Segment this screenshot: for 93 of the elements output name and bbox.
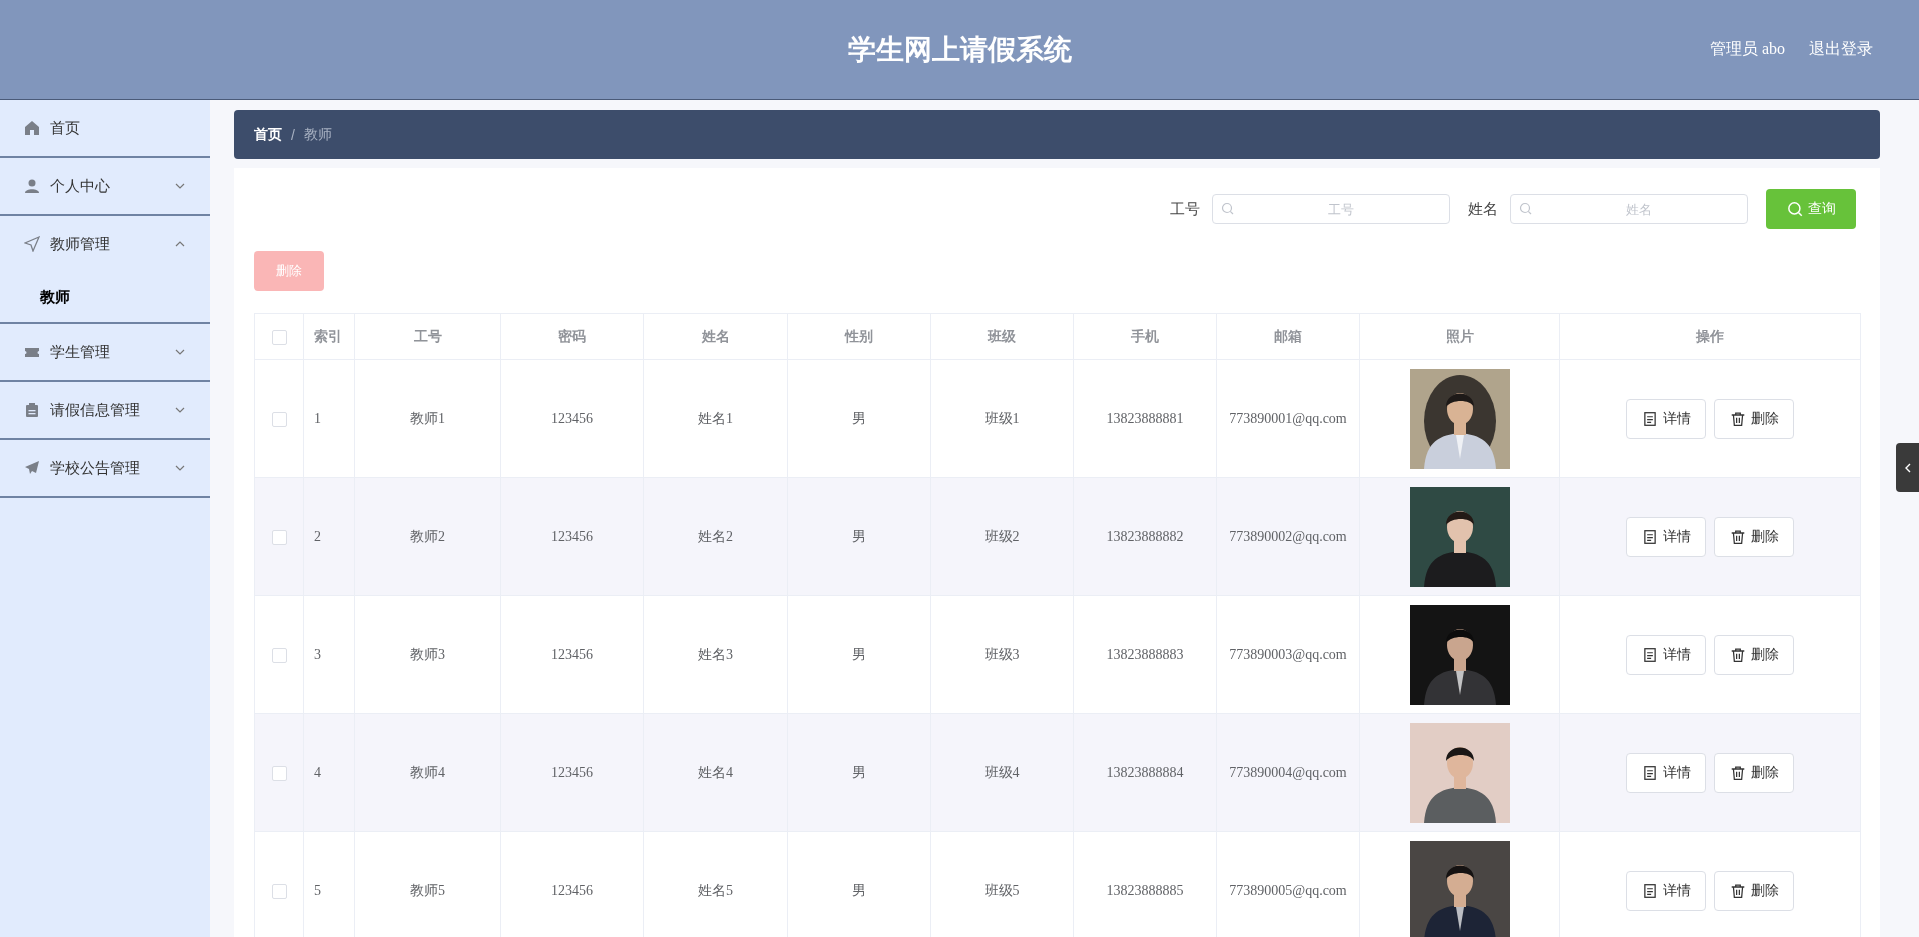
document-icon [1641,646,1658,663]
column-header: 索引 [303,313,355,360]
document-icon [1641,764,1658,781]
table-cell: 班级3 [930,595,1074,714]
table-cell: 男 [787,359,931,478]
home-icon [24,120,40,136]
column-header: 性别 [787,313,931,360]
search-field[interactable]: 姓名 [1510,194,1748,224]
table-cell: 123456 [500,359,644,478]
delete-button[interactable]: 删除 [1714,752,1794,793]
checkbox[interactable] [271,329,287,345]
navigation-icon [24,236,40,252]
checkbox[interactable] [271,411,287,427]
table-cell: 123456 [500,713,644,832]
table-cell: 姓名3 [643,595,788,714]
table-cell: 773890004@qq.com [1216,713,1360,832]
table-cell: 班级4 [930,713,1074,832]
document-icon [1641,528,1658,545]
table-cell: 123456 [500,477,644,596]
user-label: 管理员 abo [1709,39,1785,59]
trash-icon [1729,764,1746,781]
column-header: 照片 [1359,313,1560,360]
breadcrumb-separator: / [291,126,295,143]
table-cell: 773890001@qq.com [1216,359,1360,478]
field-label: 姓名 [1468,199,1498,219]
table-cell: 男 [787,595,931,714]
column-header: 密码 [500,313,644,360]
table-cell: 姓名4 [643,713,788,832]
column-header: 操作 [1559,313,1861,360]
menu-item[interactable]: 学生管理 [0,324,210,380]
table-cell: 教师3 [354,595,501,714]
table-cell: 123456 [500,595,644,714]
search-field[interactable]: 工号 [1212,194,1450,224]
table-cell: 13823888884 [1073,713,1217,832]
checkbox[interactable] [271,529,287,545]
trash-icon [1729,528,1746,545]
document-icon [1641,410,1658,427]
details-button[interactable]: 详情 [1626,634,1706,675]
table-cell: 姓名2 [643,477,788,596]
table-cell: 773890002@qq.com [1216,477,1360,596]
table-cell: 13823888883 [1073,595,1217,714]
checkbox[interactable] [271,883,287,899]
table-cell: 男 [787,713,931,832]
search-icon [1221,202,1234,215]
breadcrumb-item: 教师 [303,125,332,144]
column-header: 工号 [354,313,501,360]
table-cell: 姓名1 [643,359,788,478]
table-cell: 4 [303,713,355,832]
menu-item[interactable]: 首页 [0,100,210,156]
checkbox[interactable] [271,647,287,663]
delete-button[interactable]: 删除 [1714,398,1794,439]
clipboard-icon [24,402,40,418]
table-cell: 教师2 [354,477,501,596]
details-button[interactable]: 详情 [1626,870,1706,911]
search-icon [1519,202,1532,215]
table-cell: 13823888881 [1073,359,1217,478]
menu-item[interactable]: 请假信息管理 [0,382,210,438]
table-cell: 773890003@qq.com [1216,595,1360,714]
submenu-item[interactable]: 教师 [0,272,210,322]
table-cell: 教师4 [354,713,501,832]
column-header: 手机 [1073,313,1217,360]
details-button[interactable]: 详情 [1626,752,1706,793]
table-cell: 1 [303,359,355,478]
trash-icon [1729,882,1746,899]
collapse-handle[interactable] [1896,443,1919,492]
app-title: 学生网上请假系统 [847,32,1072,67]
table-cell: 班级1 [930,359,1074,478]
menu-item[interactable]: 教师管理 [0,216,210,272]
column-header: 姓名 [643,313,788,360]
delete-button[interactable]: 删除 [1714,516,1794,557]
table-cell: 班级2 [930,477,1074,596]
paper-plane-icon [24,460,40,476]
menu-item[interactable]: 学校公告管理 [0,440,210,496]
breadcrumb-item[interactable]: 首页 [254,125,282,144]
document-icon [1641,882,1658,899]
table-cell: 教师1 [354,359,501,478]
details-button[interactable]: 详情 [1626,516,1706,557]
menu-item[interactable]: 个人中心 [0,158,210,214]
field-label: 工号 [1170,199,1200,219]
details-button[interactable]: 详情 [1626,398,1706,439]
trash-icon [1729,646,1746,663]
column-header: 邮箱 [1216,313,1360,360]
column-header: 班级 [930,313,1074,360]
table-cell: 13823888882 [1073,477,1217,596]
checkbox[interactable] [271,765,287,781]
trash-icon [1729,410,1746,427]
table-cell: 男 [787,477,931,596]
search-icon [1786,201,1803,217]
delete-button[interactable]: 删除 [1714,634,1794,675]
delete-button[interactable]: 删除 [1714,870,1794,911]
table-cell: 2 [303,477,355,596]
table-cell: 3 [303,595,355,714]
user-icon [24,178,40,194]
